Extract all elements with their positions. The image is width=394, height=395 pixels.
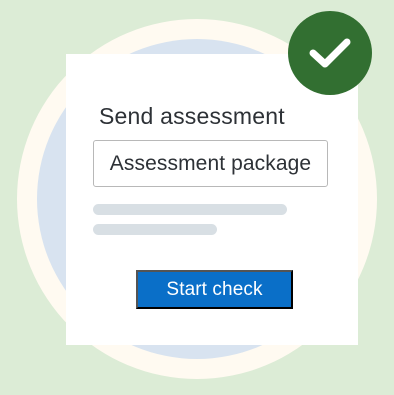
placeholder-line-short — [93, 224, 217, 235]
assessment-package-field[interactable]: Assessment package — [93, 140, 328, 187]
checkmark-icon — [309, 38, 351, 68]
start-check-button[interactable]: Start check — [136, 270, 293, 309]
assessment-package-value: Assessment package — [109, 151, 312, 175]
card-title: Send assessment — [99, 103, 285, 129]
placeholder-line-long — [93, 204, 287, 215]
assessment-card: Send assessment Assessment package Start… — [66, 54, 358, 345]
illustration-scene: Send assessment Assessment package Start… — [0, 0, 394, 395]
check-badge — [288, 11, 372, 95]
